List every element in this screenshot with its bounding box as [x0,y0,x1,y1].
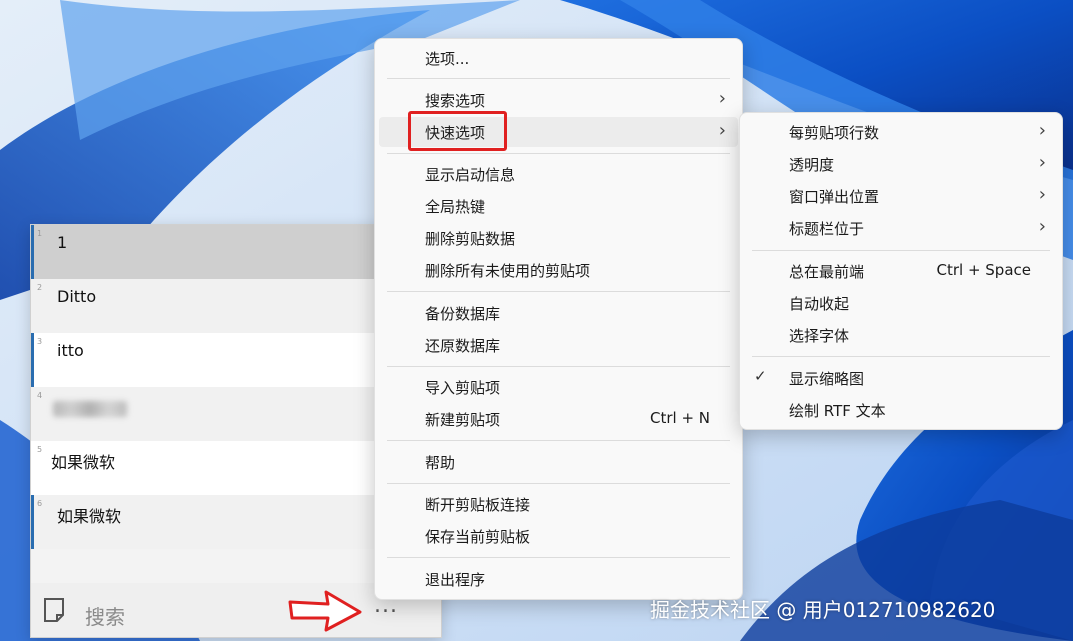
menu-item-label: 帮助 [425,454,456,472]
checkmark-icon: ✓ [754,367,767,385]
clip-number: 4 [37,391,43,400]
clip-number: 2 [37,283,43,292]
submenu-item-popup-position[interactable]: 窗口弹出位置 › [744,181,1058,211]
submenu-item-draw-rtf[interactable]: 绘制 RTF 文本 [744,395,1058,425]
submenu-item-lines-per-clip[interactable]: 每剪贴项行数 › [744,117,1058,147]
clip-text: 如果微软 [57,507,122,526]
clip-accent-bar [31,495,34,549]
menu-item-label: 窗口弹出位置 [789,188,880,206]
highlight-annotation [408,111,507,151]
menu-item-label: 显示缩略图 [789,370,865,388]
menu-item-label: 显示启动信息 [425,166,516,184]
menu-separator [752,250,1050,251]
menu-item-disconnect-clipboard[interactable]: 断开剪贴板连接 [379,489,738,519]
menu-separator [387,291,730,292]
note-icon[interactable] [43,597,65,623]
more-options-button[interactable]: ... [367,595,405,623]
menu-separator [387,78,730,79]
menu-item-label: 标题栏位于 [789,220,865,238]
submenu-item-transparency[interactable]: 透明度 › [744,149,1058,179]
chevron-right-icon: › [1038,184,1046,205]
menu-item-label: 全局热键 [425,198,486,216]
clip-number: 3 [37,337,43,346]
menu-item-label: 新建剪贴项 [425,411,501,429]
menu-item-label: 备份数据库 [425,305,501,323]
menu-item-label: 断开剪贴板连接 [425,496,531,514]
quick-options-submenu: 每剪贴项行数 › 透明度 › 窗口弹出位置 › 标题栏位于 › 总在最前端 Ct… [739,112,1063,430]
submenu-item-caption-bar-position[interactable]: 标题栏位于 › [744,213,1058,243]
menu-item-label: 选择字体 [789,327,850,345]
menu-item-import-clip[interactable]: 导入剪贴项 [379,372,738,402]
menu-separator [387,483,730,484]
watermark: 掘金技术社区 @ 用户012710982620 [650,598,996,622]
menu-item-label: 每剪贴项行数 [789,124,880,142]
clip-number: 1 [37,229,43,238]
submenu-item-choose-font[interactable]: 选择字体 [744,320,1058,350]
menu-item-label: 退出程序 [425,571,486,589]
menu-item-help[interactable]: 帮助 [379,447,738,477]
menu-item-backup-db[interactable]: 备份数据库 [379,298,738,328]
clip-text: itto [57,341,84,360]
menu-item-label: 删除剪贴数据 [425,230,516,248]
blurred-text [53,401,127,417]
menu-item-shortcut: Ctrl + N [649,409,710,427]
clip-accent-bar [31,225,34,279]
menu-item-options[interactable]: 选项... [379,43,738,73]
clip-number: 5 [37,445,43,454]
clip-text: Ditto [57,287,97,306]
menu-item-label: 导入剪贴项 [425,379,501,397]
menu-item-show-startup-info[interactable]: 显示启动信息 [379,159,738,189]
menu-item-delete-clip-data[interactable]: 删除剪贴数据 [379,223,738,253]
menu-item-label: 总在最前端 [789,263,865,281]
chevron-right-icon: › [718,88,726,109]
menu-item-label: 绘制 RTF 文本 [789,402,886,420]
menu-separator [387,557,730,558]
menu-item-label: 保存当前剪贴板 [425,528,531,546]
menu-item-new-clip[interactable]: 新建剪贴项 Ctrl + N [379,404,738,434]
menu-item-label: 自动收起 [789,295,850,313]
submenu-item-always-on-top[interactable]: 总在最前端 Ctrl + Space [744,256,1058,286]
clip-text: 1 [57,233,68,252]
menu-item-label: 删除所有未使用的剪贴项 [425,262,591,280]
menu-separator [387,440,730,441]
clip-accent-bar [31,333,34,387]
arrow-annotation-icon [288,590,362,632]
menu-item-label: 还原数据库 [425,337,501,355]
chevron-right-icon: › [1038,152,1046,173]
chevron-right-icon: › [1038,216,1046,237]
menu-item-delete-all-unused[interactable]: 删除所有未使用的剪贴项 [379,255,738,285]
menu-separator [387,366,730,367]
menu-item-label: 透明度 [789,156,835,174]
menu-item-global-hotkeys[interactable]: 全局热键 [379,191,738,221]
chevron-right-icon: › [1038,120,1046,141]
menu-separator [752,356,1050,357]
menu-item-restore-db[interactable]: 还原数据库 [379,330,738,360]
menu-item-exit[interactable]: 退出程序 [379,564,738,594]
search-input[interactable]: 搜索 [85,601,125,630]
menu-item-save-current-clipboard[interactable]: 保存当前剪贴板 [379,521,738,551]
chevron-right-icon: › [718,120,726,141]
clip-text: 如果微软 [51,453,116,472]
menu-item-label: 选项... [425,50,470,68]
clip-number: 6 [37,499,43,508]
submenu-item-show-thumbnails[interactable]: ✓ 显示缩略图 [744,363,1058,393]
menu-item-label: 搜索选项 [425,92,486,110]
submenu-item-auto-hide[interactable]: 自动收起 [744,288,1058,318]
menu-separator [387,153,730,154]
menu-item-shortcut: Ctrl + Space [936,261,1031,279]
